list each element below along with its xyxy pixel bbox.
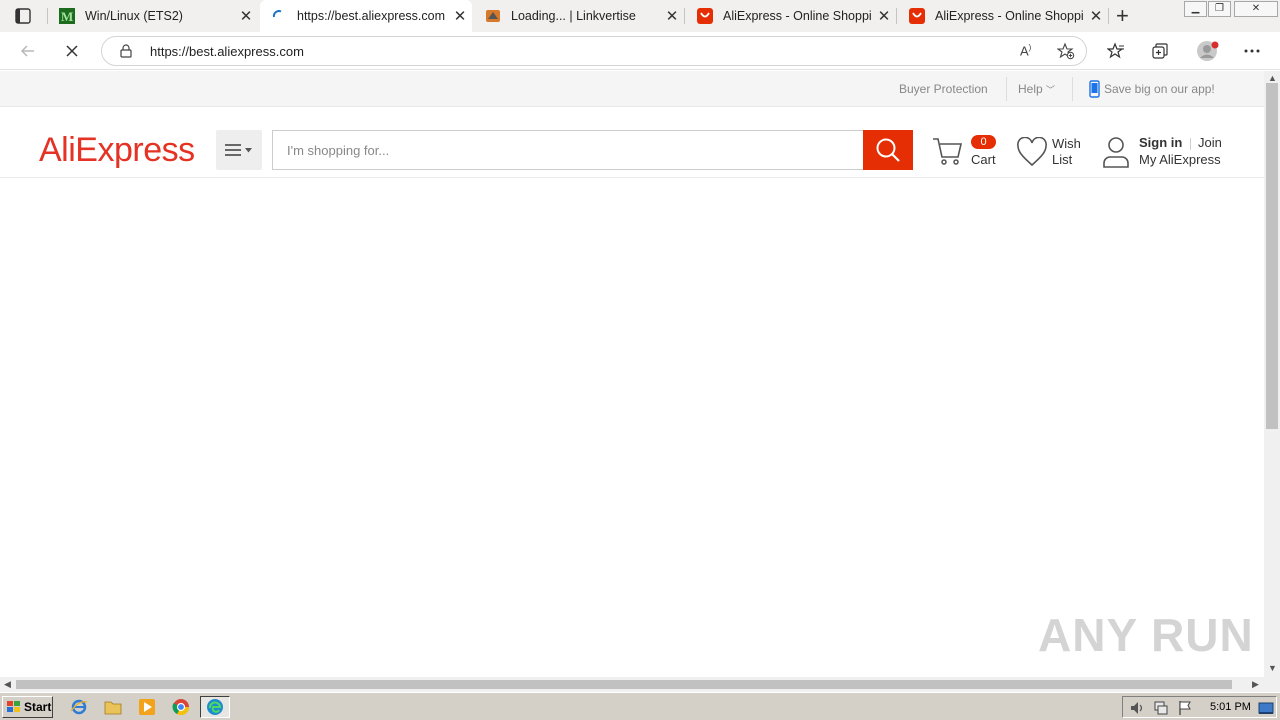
help-link[interactable]: Help ﹀: [1018, 82, 1055, 96]
tab-title: Win/Linux (ETS2): [85, 9, 183, 23]
cart-count-badge: 0: [971, 135, 996, 149]
windows-logo-icon: [7, 701, 20, 712]
tab-strip: M Win/Linux (ETS2) ✕ https://best.aliexp…: [0, 0, 1280, 32]
tab-ets2[interactable]: M Win/Linux (ETS2) ✕: [48, 0, 258, 32]
url-text[interactable]: https://best.aliexpress.com: [150, 44, 304, 59]
browser-toolbar: https://best.aliexpress.com A): [0, 32, 1280, 70]
header-divider: [1190, 138, 1191, 150]
chevron-down-icon: ﹀: [1046, 85, 1056, 95]
heart-icon[interactable]: [1016, 136, 1048, 172]
close-tab-icon[interactable]: ✕: [448, 7, 472, 25]
mod-m-icon: M: [59, 8, 75, 24]
add-favorite-icon[interactable]: [1056, 42, 1075, 65]
app-promo-link[interactable]: Save big on our app!: [1104, 82, 1215, 96]
close-tab-icon[interactable]: ✕: [234, 7, 258, 25]
close-tab-icon[interactable]: ✕: [1084, 7, 1108, 25]
page-viewport: Buyer Protection Help ﹀ Save big on our …: [0, 71, 1264, 677]
categories-button[interactable]: [216, 130, 262, 170]
horizontal-scrollbar[interactable]: ◀ ▶: [0, 677, 1264, 692]
address-bar[interactable]: https://best.aliexpress.com A): [101, 36, 1087, 66]
topbar-divider: [1072, 77, 1073, 101]
volume-icon[interactable]: [1129, 700, 1145, 720]
join-link[interactable]: Join: [1198, 135, 1222, 150]
svg-text:M: M: [61, 9, 73, 24]
tab-aliexpress-2[interactable]: AliExpress - Online Shopping ✕: [898, 0, 1108, 32]
tab-aliexpress-best[interactable]: https://best.aliexpress.com ✕: [260, 0, 472, 32]
cart-icon[interactable]: [932, 135, 964, 172]
action-center-flag-icon[interactable]: [1177, 700, 1193, 720]
vertical-scroll-thumb[interactable]: [1266, 83, 1278, 429]
network-icon[interactable]: [1153, 700, 1169, 720]
scrollbar-corner: [1264, 677, 1280, 692]
search-input[interactable]: [273, 131, 864, 169]
internet-explorer-icon[interactable]: [70, 698, 88, 716]
aliexpress-icon: [697, 8, 713, 24]
edge-icon: [207, 699, 223, 715]
back-arrow-icon[interactable]: [18, 41, 38, 61]
buyer-protection-link[interactable]: Buyer Protection: [899, 82, 988, 96]
aliexpress-logo[interactable]: AliExpress: [39, 131, 195, 170]
mobile-phone-icon: [1089, 80, 1100, 103]
lock-icon[interactable]: [120, 44, 132, 63]
favorites-icon[interactable]: [1106, 41, 1126, 61]
start-label: Start: [24, 700, 52, 714]
help-label: Help: [1018, 82, 1043, 96]
tab-divider: [47, 8, 48, 24]
my-aliexpress-link[interactable]: My AliExpress: [1139, 152, 1221, 167]
show-desktop-icon[interactable]: [1258, 700, 1274, 720]
linkvertise-icon: [485, 8, 501, 24]
tab-divider: [896, 8, 897, 24]
profile-avatar-icon[interactable]: [1196, 39, 1220, 63]
tab-title: Loading... | Linkvertise: [511, 9, 636, 23]
more-options-icon[interactable]: [1242, 41, 1262, 61]
system-tray: 5:01 PM: [1122, 696, 1277, 718]
scroll-left-icon[interactable]: ◀: [4, 679, 11, 690]
file-explorer-icon[interactable]: [104, 698, 122, 716]
new-tab-icon[interactable]: +: [1116, 4, 1129, 28]
close-tab-icon[interactable]: ✕: [660, 7, 684, 25]
search-icon: [876, 138, 900, 162]
search-button[interactable]: [863, 130, 913, 170]
sign-in-link[interactable]: Sign in: [1139, 135, 1182, 150]
collections-icon[interactable]: [1150, 41, 1170, 61]
tab-divider: [1108, 8, 1109, 24]
loading-spinner-icon: [271, 8, 287, 24]
edge-taskbar-button[interactable]: [200, 696, 230, 718]
scroll-right-icon[interactable]: ▶: [1252, 679, 1259, 690]
site-topbar: Buyer Protection Help ﹀ Save big on our …: [0, 71, 1264, 107]
search-box[interactable]: [272, 130, 864, 170]
tab-title: AliExpress - Online Shopping: [935, 9, 1084, 23]
topbar-divider: [1006, 77, 1007, 101]
aliexpress-icon: [909, 8, 925, 24]
horizontal-scroll-thumb[interactable]: [16, 680, 1232, 689]
close-window-icon[interactable]: ✕: [1234, 1, 1278, 17]
tab-title: AliExpress - Online Shopping: [723, 9, 872, 23]
cart-label[interactable]: Cart: [971, 152, 996, 167]
read-aloud-icon[interactable]: A): [1020, 43, 1031, 58]
tab-actions-icon[interactable]: [14, 7, 32, 25]
media-player-icon[interactable]: [138, 698, 156, 716]
stop-loading-icon[interactable]: [62, 41, 82, 61]
clock[interactable]: 5:01 PM: [1210, 701, 1251, 713]
minimize-icon[interactable]: ▁: [1184, 1, 1207, 17]
vertical-scrollbar[interactable]: ▲ ▼: [1264, 71, 1280, 677]
wish-list-line1[interactable]: Wish: [1052, 136, 1081, 151]
chrome-icon[interactable]: [172, 698, 190, 716]
scroll-up-icon[interactable]: ▲: [1268, 73, 1277, 83]
close-tab-icon[interactable]: ✕: [872, 7, 896, 25]
tab-divider: [684, 8, 685, 24]
tab-title: https://best.aliexpress.com: [297, 9, 445, 23]
site-header: AliExpress 0 Cart Wish List S: [0, 107, 1264, 178]
tab-linkvertise[interactable]: Loading... | Linkvertise ✕: [474, 0, 684, 32]
wish-list-line2[interactable]: List: [1052, 152, 1072, 167]
restore-icon[interactable]: ❐: [1208, 1, 1231, 17]
taskbar: Start 5:01 PM: [0, 692, 1280, 720]
start-button[interactable]: Start: [2, 696, 53, 718]
tab-aliexpress-1[interactable]: AliExpress - Online Shopping ✕: [686, 0, 896, 32]
user-account-icon[interactable]: [1102, 136, 1130, 173]
menu-icon: [225, 144, 252, 156]
anyrun-watermark: ANY RUN: [1038, 609, 1254, 661]
scroll-down-icon[interactable]: ▼: [1268, 663, 1277, 673]
